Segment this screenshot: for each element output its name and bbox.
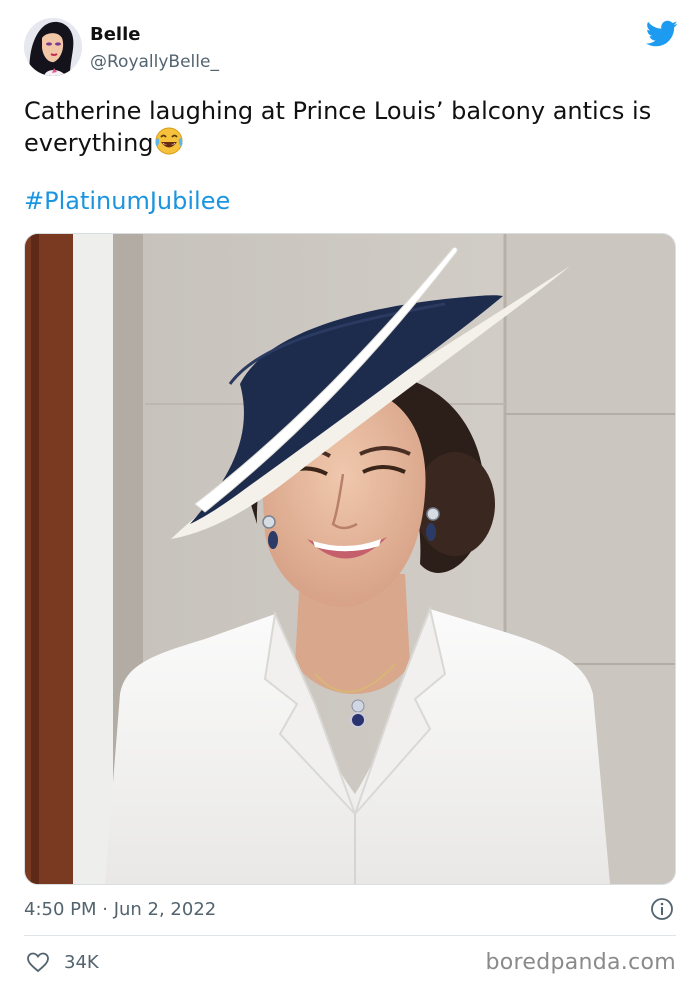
hashtag-link[interactable]: #PlatinumJubilee: [24, 186, 230, 216]
tweet-body: Catherine laughing at Prince Louis’ balc…: [24, 96, 674, 158]
author-handle[interactable]: @RoyallyBelle_: [90, 52, 219, 72]
tweet-card: Belle @RoyallyBelle_ Catherine laughing …: [0, 0, 700, 988]
twitter-bird-icon[interactable]: [646, 20, 678, 48]
tweet-timestamp[interactable]: 4:50 PM · Jun 2, 2022: [24, 899, 216, 920]
author-name[interactable]: Belle: [90, 24, 140, 45]
tweet-meta: 4:50 PM · Jun 2, 2022: [24, 897, 676, 923]
tweet-actions: 34K boredpanda.com: [24, 948, 676, 978]
heart-outline-icon[interactable]: [26, 950, 50, 974]
tweet-header: Belle @RoyallyBelle_: [24, 18, 678, 80]
avatar[interactable]: [24, 18, 82, 76]
tweet-photo[interactable]: [24, 233, 676, 885]
like-count[interactable]: 34K: [64, 952, 99, 973]
divider: [24, 935, 676, 936]
info-circle-icon[interactable]: [650, 897, 674, 921]
face-with-tears-of-joy-icon: [154, 126, 184, 156]
tweet-text: Catherine laughing at Prince Louis’ balc…: [24, 97, 652, 157]
watermark: boredpanda.com: [485, 950, 676, 975]
